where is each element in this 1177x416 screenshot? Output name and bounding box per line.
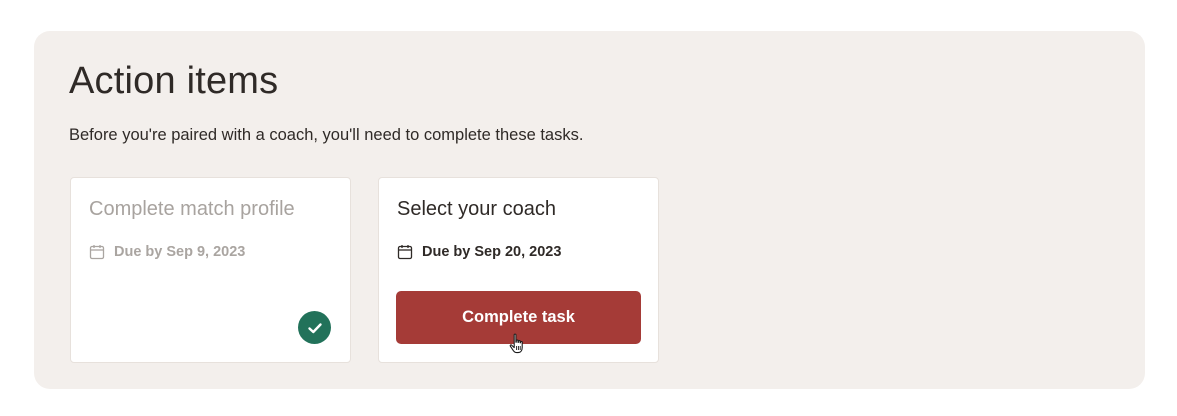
task-title: Complete match profile xyxy=(89,198,295,220)
task-title: Select your coach xyxy=(397,198,556,220)
task-card-select-coach: Select your coach Due by Sep 20, 2023 Co… xyxy=(378,177,659,363)
task-due-label: Due by Sep 20, 2023 xyxy=(422,244,562,260)
task-due-date: Due by Sep 9, 2023 xyxy=(89,244,245,260)
task-due-date: Due by Sep 20, 2023 xyxy=(397,244,561,260)
calendar-icon xyxy=(89,245,105,260)
complete-task-button[interactable]: Complete task xyxy=(396,291,641,344)
task-card-match-profile: Complete match profile Due by Sep 9, 202… xyxy=(70,177,351,363)
calendar-icon xyxy=(397,245,413,260)
check-circle-icon xyxy=(298,311,331,344)
action-items-panel: Action items Before you're paired with a… xyxy=(34,31,1145,389)
task-due-label: Due by Sep 9, 2023 xyxy=(114,244,246,260)
page-subtitle: Before you're paired with a coach, you'l… xyxy=(69,126,584,144)
page-title: Action items xyxy=(69,60,279,102)
